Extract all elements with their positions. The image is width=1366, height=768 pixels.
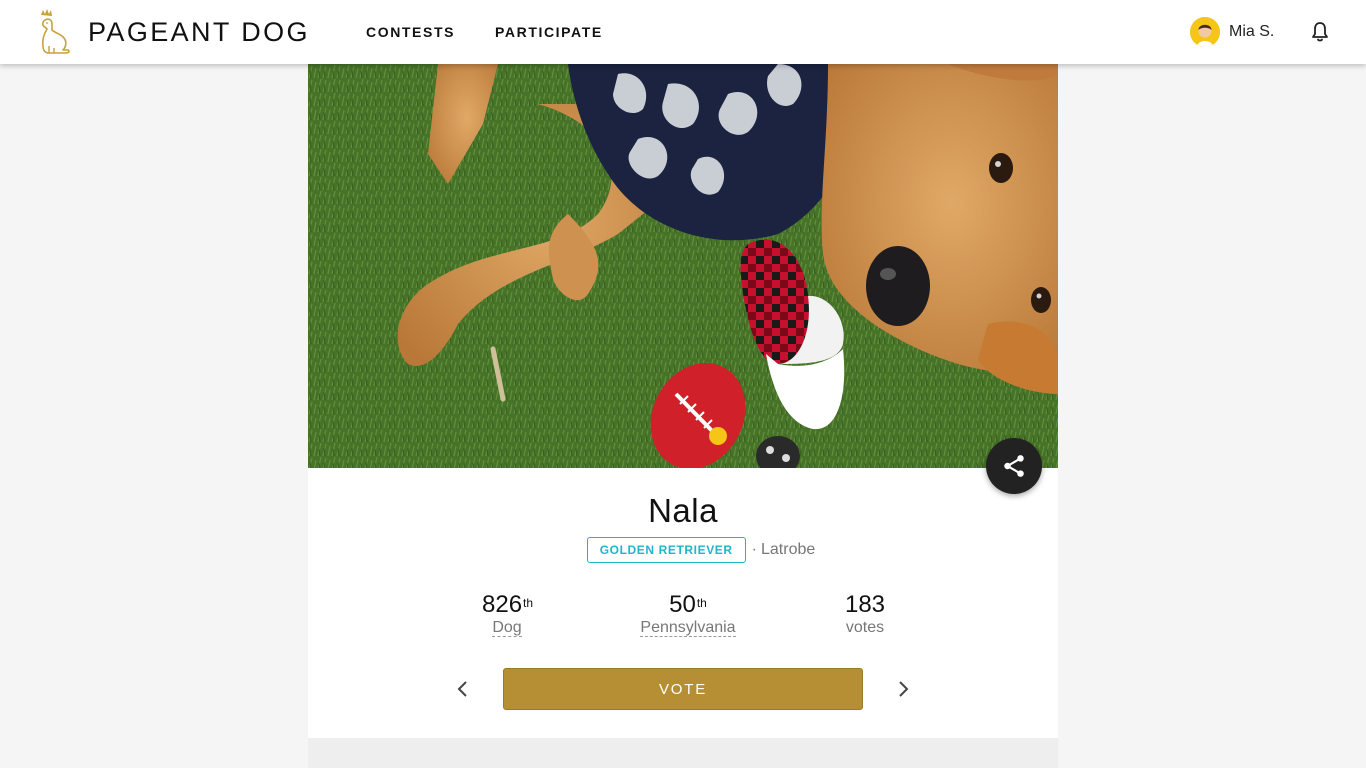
- bell-icon[interactable]: [1308, 20, 1332, 44]
- dog-crown-icon: [41, 9, 70, 54]
- state-rank-label[interactable]: Pennsylvania: [640, 619, 736, 637]
- dog-rank-suffix: th: [523, 596, 534, 610]
- top-navbar: PAGEANT DOG CONTESTS PARTICIPATE Mia S.: [0, 0, 1366, 64]
- user-name: Mia S.: [1229, 23, 1275, 40]
- vote-button[interactable]: VOTE: [503, 668, 863, 710]
- meta-separator: ·: [751, 541, 757, 558]
- brand-logo[interactable]: PAGEANT DOG: [36, 6, 310, 58]
- dog-photo-illustration: [308, 64, 1058, 468]
- share-button[interactable]: [986, 438, 1042, 494]
- dog-city: Latrobe: [761, 541, 816, 558]
- dog-rank-label[interactable]: Dog: [492, 619, 522, 637]
- breed-badge[interactable]: GOLDEN RETRIEVER: [586, 537, 746, 563]
- user-menu[interactable]: Mia S.: [1190, 16, 1274, 48]
- dog-rank-value: 826: [482, 591, 523, 618]
- state-rank-value: 50: [669, 591, 696, 618]
- stat-votes: 183 votes: [840, 592, 890, 638]
- next-card-placeholder: [308, 738, 1058, 768]
- votes-label: votes: [845, 619, 885, 636]
- avatar: [1190, 17, 1220, 47]
- state-rank-suffix: th: [696, 596, 707, 610]
- user-avatar-icon: [1190, 17, 1220, 47]
- nav-participate[interactable]: PARTICIPATE: [495, 0, 603, 64]
- dog-profile-card: Nala GOLDEN RETRIEVER · Latrobe 826th Do…: [308, 64, 1058, 738]
- dog-meta: GOLDEN RETRIEVER · Latrobe: [308, 537, 1058, 563]
- share-icon: [1004, 455, 1024, 477]
- votes-value: 183: [844, 591, 886, 618]
- stat-dog-rank: 826th Dog: [482, 591, 534, 638]
- brand-name: PAGEANT DOG: [88, 16, 310, 47]
- dog-name: Nala: [648, 492, 718, 529]
- chevron-right-icon[interactable]: [891, 677, 915, 701]
- chevron-left-icon[interactable]: [451, 677, 475, 701]
- stat-state-rank: 50th Pennsylvania: [638, 592, 738, 638]
- dog-photo: [308, 64, 1058, 468]
- nav-contests[interactable]: CONTESTS: [366, 0, 455, 64]
